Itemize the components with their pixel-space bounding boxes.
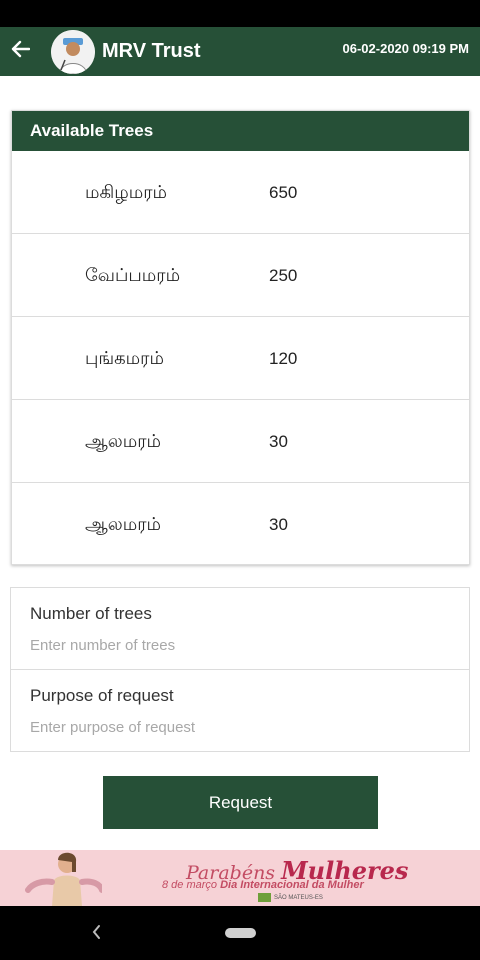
tree-count: 250 xyxy=(269,266,298,285)
number-of-trees-input[interactable] xyxy=(30,634,450,656)
request-button[interactable]: Request xyxy=(103,776,378,829)
woman-illustration xyxy=(25,852,102,906)
tree-count: 650 xyxy=(269,183,298,202)
tree-count: 30 xyxy=(269,432,288,451)
nav-back-icon[interactable] xyxy=(90,922,102,947)
back-button[interactable] xyxy=(0,27,40,76)
tree-row: மகிழமரம் 650 xyxy=(12,151,469,234)
tree-row: ஆலமரம் 30 xyxy=(12,483,469,566)
available-trees-header: Available Trees xyxy=(12,111,469,151)
purpose-label: Purpose of request xyxy=(30,686,174,705)
tree-name: மகிழமரம் xyxy=(85,182,167,203)
tree-name: புங்கமரம் xyxy=(85,348,164,369)
request-form: Number of trees Purpose of request xyxy=(10,587,470,752)
avatar xyxy=(51,29,95,74)
tree-name: ஆலமரம் xyxy=(85,514,161,535)
tree-row: வேப்பமரம் 250 xyxy=(12,234,469,317)
tree-name: வேப்பமரம் xyxy=(85,265,181,286)
banner-subtitle: 8 de março Dia Internacional da Mulher xyxy=(162,879,364,891)
available-trees-card: Available Trees மகிழமரம் 650 வேப்பமரம் 2… xyxy=(11,110,470,565)
tree-count: 30 xyxy=(269,515,288,534)
purpose-field: Purpose of request xyxy=(11,670,469,752)
purpose-input[interactable] xyxy=(30,716,450,738)
app-title: MRV Trust xyxy=(102,40,201,62)
status-bar xyxy=(0,0,480,27)
datetime-label: 06-02-2020 09:19 PM xyxy=(342,41,469,56)
arrow-left-icon xyxy=(10,40,31,63)
tree-row: ஆலமரம் 30 xyxy=(12,400,469,483)
ad-banner[interactable]: Parabéns Mulheres 8 de março Dia Interna… xyxy=(0,850,480,906)
number-of-trees-field: Number of trees xyxy=(11,588,469,670)
tree-count: 120 xyxy=(269,349,298,368)
nav-home-pill[interactable] xyxy=(225,928,256,938)
camara-logo-icon xyxy=(258,893,271,902)
tree-name: ஆலமரம் xyxy=(85,431,161,452)
app-bar: MRV Trust 06-02-2020 09:19 PM xyxy=(0,27,480,76)
number-of-trees-label: Number of trees xyxy=(30,604,152,623)
tree-row: புங்கமரம் 120 xyxy=(12,317,469,400)
banner-logo: SÃO MATEUS-ES xyxy=(258,893,323,902)
